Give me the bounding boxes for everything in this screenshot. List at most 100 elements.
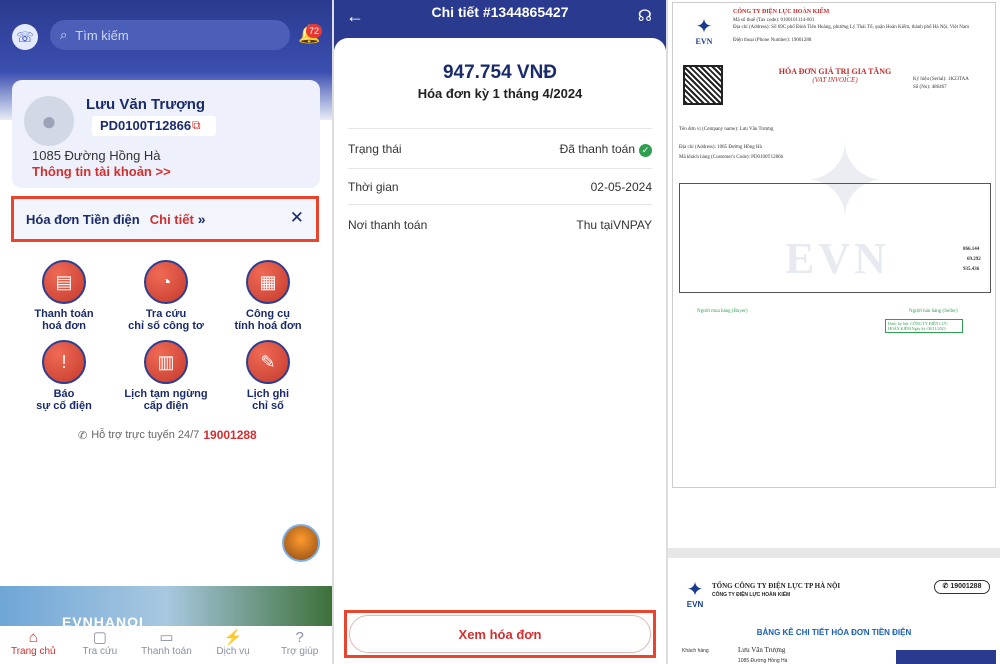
copy-icon[interactable]: ⧉ [192, 118, 201, 133]
service-reading-schedule[interactable]: ✎ Lịch ghi chỉ số [218, 340, 318, 412]
service-pay-bill[interactable]: ▤ Thanh toán hoá đơn [14, 260, 114, 332]
customer-label: Khách hàng [682, 648, 709, 654]
hotline-number: 19001288 [950, 583, 982, 590]
detail-card [334, 38, 666, 664]
headset-icon[interactable]: ☊ [638, 6, 652, 26]
tab-label: Tra cứu [82, 646, 118, 657]
tab-label: Thanh toán [141, 646, 192, 657]
invoice-tax-code: Mã số thuế (Tax code): 0100101114-001 [733, 18, 815, 23]
bill-notice-bar[interactable]: Hóa đơn Tiền điện Chi tiết » ✕ [11, 196, 319, 242]
gauge-icon: ◔ [144, 260, 188, 304]
account-info-link[interactable]: Thông tin tài khoản >> [32, 164, 171, 179]
home-icon: ⌂ [28, 629, 38, 646]
service-label: hoá đơn [42, 320, 86, 332]
help-icon: ? [295, 629, 304, 646]
tab-services[interactable]: ⚡ Dịch vụ [200, 626, 267, 664]
evn-star-icon: ✦ [686, 579, 704, 601]
user-card: ● Lưu Văn Trượng PD0100T12866 ⧉ 1085 Đườ… [12, 80, 320, 188]
invoice-address: Địa chỉ (Address): Số 69C phố Đinh Tiên … [733, 25, 970, 30]
total-payment: 935.436 [963, 267, 980, 272]
bill-notice-title: Hóa đơn Tiền điện [26, 211, 140, 227]
hotline-label: Hỗ trợ trực tuyến 24/7 [91, 429, 200, 441]
service-label: Tra cứu [145, 308, 187, 320]
evn-logo-text: EVN [695, 37, 713, 46]
calendar-edit-icon: ✎ [246, 340, 290, 384]
buyer-sign-label: Người mua hàng (Buyer) [697, 309, 748, 314]
invoice-table [679, 183, 991, 293]
tab-label: Trang chủ [10, 646, 56, 657]
evn-logo: ✦ EVN [678, 580, 712, 610]
home-screen: ☏ ⌕ Tìm kiếm 🔔 72 ● Lưu Văn Trượng PD010… [0, 0, 333, 664]
status-text: Đã thanh toán [559, 142, 635, 156]
double-chevron-icon: » [197, 211, 206, 227]
service-label: tính hoá đơn [234, 320, 302, 332]
status-value: Đã thanh toán ✓ [560, 142, 652, 157]
total-amount: 866.144 [963, 247, 980, 252]
app-logo-icon[interactable]: ☏ [12, 24, 38, 50]
tab-label: Trợ giúp [281, 646, 319, 657]
invoice-phone: Điện thoại (Phone Number): 19001288 [733, 38, 812, 43]
bill-detail-screen: ← Chi tiết #1344865427 ☊ 947.754 VNĐ Hóa… [334, 0, 666, 664]
hotline[interactable]: ✆ Hỗ trợ trực tuyến 24/7 19001288 [78, 428, 257, 442]
tab-help[interactable]: ? Trợ giúp [266, 626, 333, 664]
status-label: Trạng thái [348, 142, 402, 156]
payment-place-label: Nơi thanh toán [348, 218, 428, 232]
plug-icon: ⚡ [223, 629, 243, 646]
evn-star-icon: ✦ [695, 16, 713, 38]
user-name: Lưu Văn Trượng [86, 96, 206, 113]
search-icon: ⌕ [60, 27, 68, 42]
invoice-icon: ▤ [42, 260, 86, 304]
service-label: Công cụ [246, 308, 290, 320]
phone-icon: ✆ [78, 429, 88, 442]
service-label: chỉ số [252, 400, 284, 412]
service-label: Thanh toán [34, 308, 94, 320]
card-icon: ▭ [159, 629, 174, 646]
vat-amount: 69.292 [967, 257, 981, 262]
hotline-pill: ✆ 19001288 [934, 580, 990, 594]
service-bill-calculator[interactable]: ▦ Công cụ tính hoá đơn [218, 260, 318, 332]
divider [348, 128, 652, 129]
evn-logo: ✦ EVN [687, 17, 721, 47]
promo-banner[interactable] [0, 586, 333, 626]
tab-payment[interactable]: ▭ Thanh toán [133, 626, 200, 664]
vat-invoice-document: ✦ EVN CÔNG TY ĐIỆN LỰC HOÀN KIẾM Mã số t… [672, 2, 996, 488]
service-label: chỉ số công tơ [128, 320, 204, 332]
search-input[interactable]: ⌕ Tìm kiếm [50, 20, 290, 50]
tab-label: Dịch vụ [216, 646, 250, 657]
hotline-number[interactable]: 19001288 [203, 428, 256, 442]
customer-name: Lưu Văn Trượng [738, 646, 786, 654]
calendar-icon: ▥ [144, 340, 188, 384]
sub-company: CÔNG TY ĐIỆN LỰC HOÀN KIẾM [712, 592, 791, 598]
detail-statement-title: BẢNG KÊ CHI TIẾT HÓA ĐƠN TIỀN ĐIỆN [756, 628, 912, 637]
invoice-title: HÓA ĐƠN GIÁ TRỊ GIA TĂNG [778, 67, 892, 76]
service-label: Báo [53, 388, 75, 400]
service-label: cấp điện [143, 400, 189, 412]
digital-signature: Được ký bởi: CÔNG TY ĐIỆN LỰC HOÀN KIẾM … [885, 319, 963, 333]
invoice-view: ✦ EVN CÔNG TY ĐIỆN LỰC HOÀN KIẾM Mã số t… [668, 0, 1000, 664]
view-invoice-highlight: Xem hóa đơn [344, 610, 656, 658]
service-report-outage[interactable]: ! Báo sự cố điện [14, 340, 114, 412]
service-outage-schedule[interactable]: ▥ Lịch tạm ngừng cấp điện [116, 340, 216, 412]
phone-icon: ✆ [942, 583, 949, 590]
detail-title: Chi tiết #1344865427 [431, 4, 569, 20]
customer-address: 1085 Đường Hồng Hà [738, 658, 788, 664]
tab-home[interactable]: ⌂ Trang chủ [0, 626, 67, 664]
service-label: sự cố điện [36, 400, 92, 412]
bottom-tab-bar: ⌂ Trang chủ ▢ Tra cứu ▭ Thanh toán ⚡ Dịch vụ… [0, 626, 333, 664]
blue-box [896, 650, 996, 664]
service-label: Lịch ghi [246, 388, 290, 400]
bill-detail-link[interactable]: Chi tiết [150, 212, 194, 227]
time-label: Thời gian [348, 180, 399, 194]
tab-lookup[interactable]: ▢ Tra cứu [67, 626, 134, 664]
divider [348, 204, 652, 205]
view-invoice-button[interactable]: Xem hóa đơn [349, 615, 651, 653]
bill-period: Hóa đơn kỳ 1 tháng 4/2024 [417, 86, 583, 101]
avatar[interactable]: ● [24, 96, 74, 146]
close-icon[interactable]: ✕ [290, 208, 304, 228]
calculator-icon: ▦ [246, 260, 290, 304]
chat-mascot-icon[interactable] [282, 524, 320, 562]
invoice-detail-document: ✦ EVN TỔNG CÔNG TY ĐIỆN LỰC TP HÀ NỘI CÔ… [672, 570, 996, 664]
report-icon: ! [42, 340, 86, 384]
service-meter-lookup[interactable]: ◔ Tra cứu chỉ số công tơ [116, 260, 216, 332]
divider [668, 548, 1000, 558]
